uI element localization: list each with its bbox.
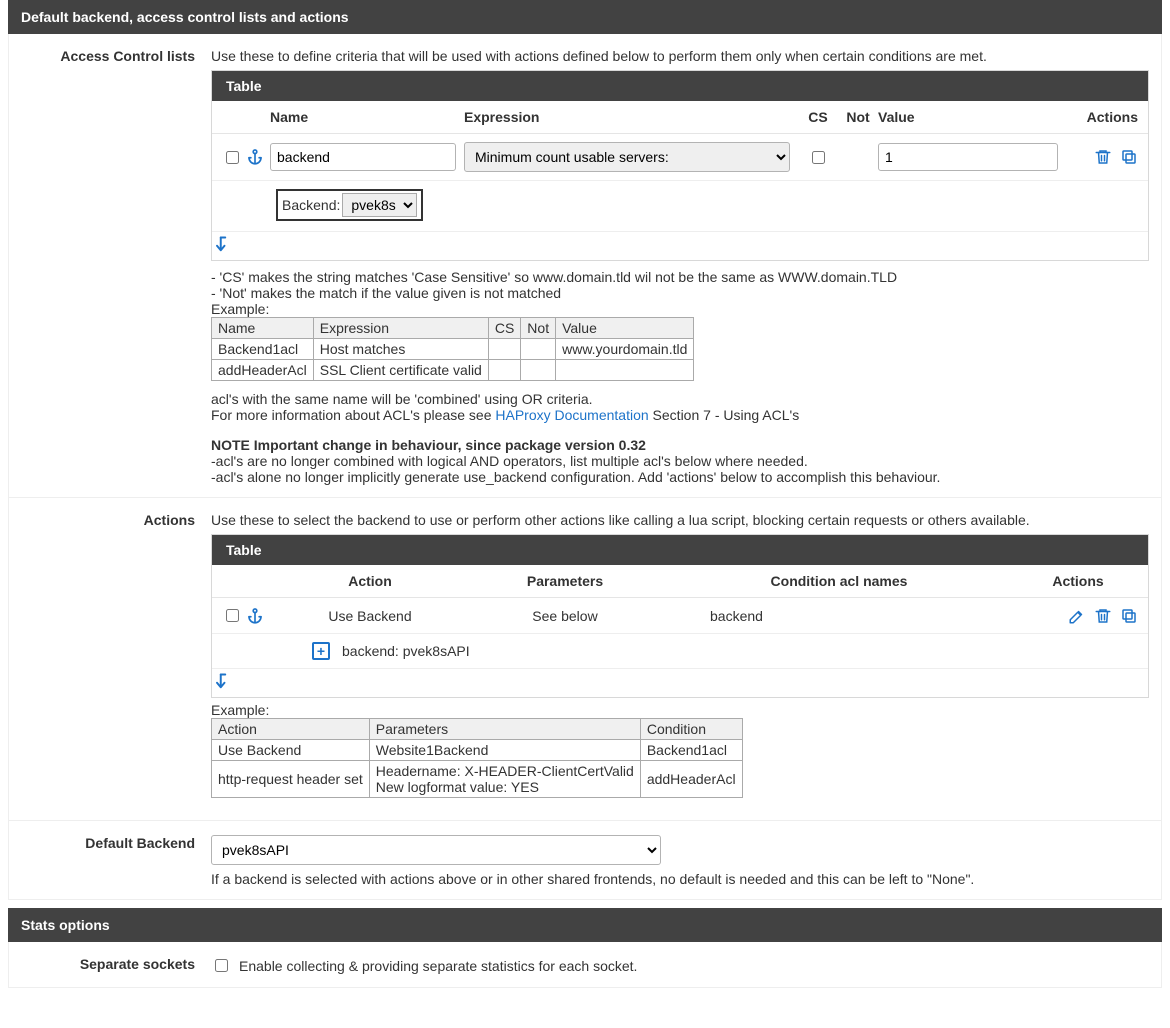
anchor-icon[interactable] [246,148,264,166]
anchor-icon[interactable] [246,607,264,625]
actions-example-label: Example: [211,702,1149,718]
acl-row-select-checkbox[interactable] [226,151,239,164]
acl-subrow: Backend: pvek8s [212,181,1148,232]
acl-example-table: Name Expression CS Not Value Backend1acl… [211,317,694,381]
actions-subrow: + backend: pvek8sAPI [212,634,1148,669]
actions-col-action: Action [270,573,470,589]
actions-subrow-text: backend: pvek8sAPI [342,643,470,659]
acl-change-l2: -acl's alone no longer implicitly genera… [211,469,1149,485]
acl-note-cs: - 'CS' makes the string matches 'Case Se… [211,269,1149,285]
acl-table-title: Table [212,71,1148,101]
actions-row-cond: backend [660,608,1018,624]
actions-row-params: See below [470,608,660,624]
separate-sockets-label: Enable collecting & providing separate s… [239,958,637,974]
copy-icon[interactable] [1120,148,1138,166]
actions-table-title: Table [212,535,1148,565]
actions-row-select-checkbox[interactable] [226,609,239,622]
acl-row: Minimum count usable servers: [212,134,1148,181]
acl-col-value: Value [878,109,1066,125]
separate-sockets-checkbox[interactable] [215,959,228,972]
actions-table: Table Action Parameters Condition acl na… [211,534,1149,698]
row-label-actions: Actions [21,512,211,808]
edit-icon[interactable] [1068,607,1086,625]
acl-col-not: Not [838,109,878,125]
default-backend-help: If a backend is selected with actions ab… [211,871,1149,887]
acl-backend-select[interactable]: pvek8s [342,193,417,217]
plus-icon[interactable]: + [312,642,330,660]
acl-note-not: - 'Not' makes the match if the value giv… [211,285,1149,301]
acl-cs-checkbox[interactable] [812,151,825,164]
reorder-down-icon[interactable] [214,671,232,693]
actions-example-table: Action Parameters Condition Use Backend … [211,718,743,798]
acl-expression-select[interactable]: Minimum count usable servers: [464,142,790,172]
acl-col-cs: CS [798,109,838,125]
actions-row: Use Backend See below backend [212,598,1148,634]
acl-col-actions: Actions [1066,109,1138,125]
row-label-default-backend: Default Backend [21,835,211,887]
acl-description: Use these to define criteria that will b… [211,48,1149,64]
acl-change-l1: -acl's are no longer combined with logic… [211,453,1149,469]
actions-col-acts: Actions [1018,573,1138,589]
acl-change-title: NOTE Important change in behaviour, sinc… [211,437,1149,453]
row-label-separate-sockets: Separate sockets [21,956,211,975]
haproxy-doc-link[interactable]: HAProxy Documentation [495,407,648,423]
panel-title-backend: Default backend, access control lists an… [8,0,1162,34]
acl-name-input[interactable] [270,143,456,171]
actions-row-action: Use Backend [270,608,470,624]
actions-col-params: Parameters [470,573,660,589]
delete-icon[interactable] [1094,607,1112,625]
acl-doc-line: For more information about ACL's please … [211,407,1149,423]
copy-icon[interactable] [1120,607,1138,625]
actions-description: Use these to select the backend to use o… [211,512,1149,528]
reorder-down-icon[interactable] [214,234,232,256]
acl-col-expr: Expression [464,109,798,125]
acl-example-label: Example: [211,301,1149,317]
acl-table: Table Name Expression CS Not Value Actio… [211,70,1149,261]
default-backend-select[interactable]: pvek8sAPI [211,835,661,865]
actions-col-cond: Condition acl names [660,573,1018,589]
panel-title-stats: Stats options [8,908,1162,942]
acl-backend-label: Backend: [282,197,340,213]
acl-col-name: Name [270,109,464,125]
row-label-acl: Access Control lists [21,48,211,485]
delete-icon[interactable] [1094,148,1112,166]
acl-value-input[interactable] [878,143,1058,171]
acl-combine-note: acl's with the same name will be 'combin… [211,391,1149,407]
